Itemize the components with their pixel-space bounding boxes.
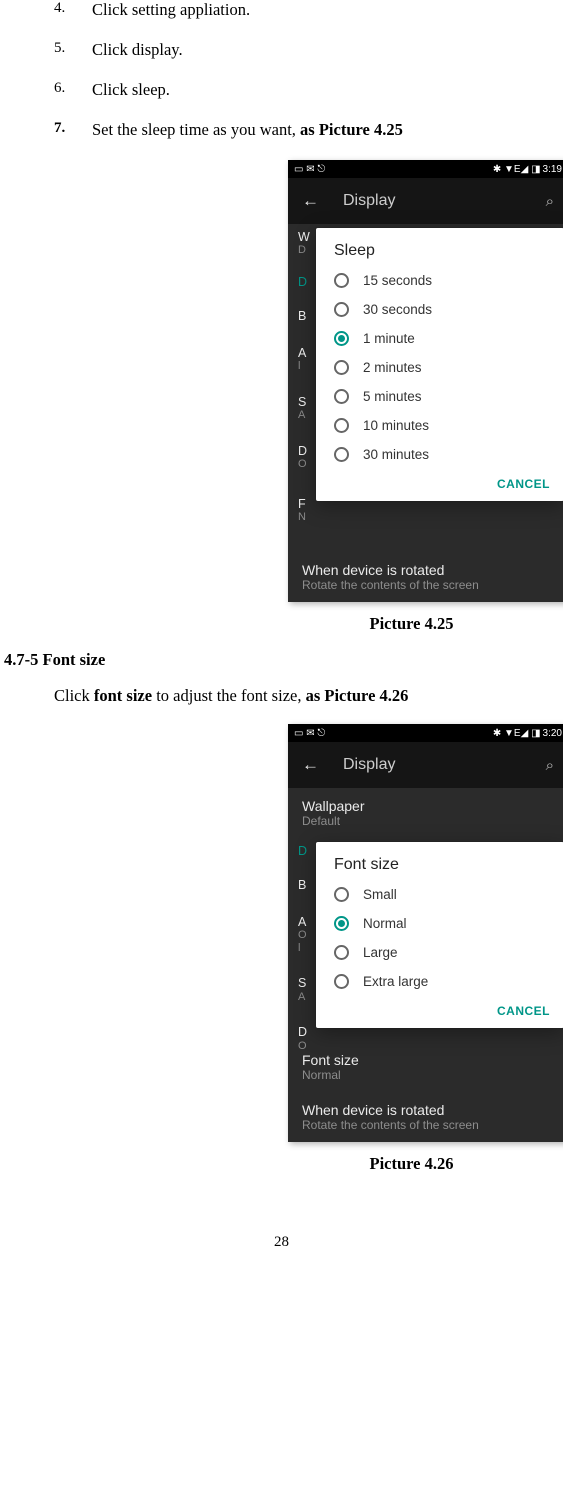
search-icon[interactable]: ⌕ — [546, 757, 554, 774]
step-text: Set the sleep time as you want, as Pictu… — [92, 120, 403, 140]
status-bar: ▭ ✉ ⎋ ✱ ▼E◢ ◨ 3:19 — [288, 160, 563, 178]
status-icons-right-icon: ✱ ▼E◢ ◨ — [493, 164, 541, 175]
step-number: 5. — [54, 40, 92, 60]
wallpaper-setting[interactable]: Wallpaper Default — [288, 788, 563, 838]
app-bar: ← Display ⌕ — [288, 178, 563, 224]
step-number: 7. — [54, 120, 92, 140]
status-icons-right-icon: ✱ ▼E◢ ◨ — [493, 728, 541, 739]
step-text: Click sleep. — [92, 80, 170, 100]
rotation-setting[interactable]: When device is rotated Rotate the conten… — [288, 552, 563, 602]
step-number: 6. — [54, 80, 92, 100]
cancel-button[interactable]: CANCEL — [497, 1004, 550, 1018]
back-icon[interactable]: ← — [302, 755, 319, 775]
status-time: 3:19 — [543, 164, 562, 175]
step-text: Click setting appliation. — [92, 0, 250, 20]
radio-normal[interactable]: Normal — [316, 909, 563, 938]
figure-caption-2: Picture 4.26 — [4, 1154, 559, 1174]
rotation-setting[interactable]: When device is rotated Rotate the conten… — [288, 1092, 563, 1142]
step-5: 5. Click display. — [4, 40, 559, 60]
radio-30m[interactable]: 30 minutes — [316, 440, 563, 469]
fontsize-setting[interactable]: Font size Normal — [288, 1042, 563, 1092]
section-heading: 4.7-5 Font size — [4, 650, 559, 670]
figure-caption-1: Picture 4.25 — [4, 614, 559, 634]
radio-1m[interactable]: 1 minute — [316, 324, 563, 353]
dialog-title: Sleep — [316, 242, 563, 266]
paragraph-font-size: Click font size to adjust the font size,… — [4, 686, 559, 706]
screenshot-sleep-dialog: ▭ ✉ ⎋ ✱ ▼E◢ ◨ 3:19 ← Display ⌕ WD D — [288, 160, 563, 602]
dialog-title: Font size — [316, 856, 563, 880]
radio-extralarge[interactable]: Extra large — [316, 967, 563, 996]
app-bar-title: Display — [343, 192, 395, 210]
radio-15s[interactable]: 15 seconds — [316, 266, 563, 295]
radio-5m[interactable]: 5 minutes — [316, 382, 563, 411]
app-bar-title: Display — [343, 756, 395, 774]
step-4: 4. Click setting appliation. — [4, 0, 559, 20]
step-number: 4. — [54, 0, 92, 20]
step-text: Click display. — [92, 40, 183, 60]
step-7: 7. Set the sleep time as you want, as Pi… — [4, 120, 559, 140]
radio-2m[interactable]: 2 minutes — [316, 353, 563, 382]
radio-small[interactable]: Small — [316, 880, 563, 909]
app-bar: ← Display ⌕ — [288, 742, 563, 788]
fontsize-dialog: Font size Small Normal Large Extra large… — [316, 842, 563, 1028]
page-number: 28 — [4, 1234, 559, 1251]
status-bar: ▭ ✉ ⎋ ✱ ▼E◢ ◨ 3:20 — [288, 724, 563, 742]
radio-large[interactable]: Large — [316, 938, 563, 967]
cancel-button[interactable]: CANCEL — [497, 477, 550, 491]
back-icon[interactable]: ← — [302, 191, 319, 211]
sleep-dialog: Sleep 15 seconds 30 seconds 1 minute 2 m… — [316, 228, 563, 501]
radio-30s[interactable]: 30 seconds — [316, 295, 563, 324]
search-icon[interactable]: ⌕ — [546, 193, 554, 210]
status-icons-left-icon: ▭ ✉ ⎋ — [294, 728, 325, 739]
status-time: 3:20 — [543, 728, 562, 739]
step-6: 6. Click sleep. — [4, 80, 559, 100]
screenshot-fontsize-dialog: ▭ ✉ ⎋ ✱ ▼E◢ ◨ 3:20 ← Display ⌕ Wallpaper… — [288, 724, 563, 1142]
radio-10m[interactable]: 10 minutes — [316, 411, 563, 440]
status-icons-left-icon: ▭ ✉ ⎋ — [294, 164, 325, 175]
